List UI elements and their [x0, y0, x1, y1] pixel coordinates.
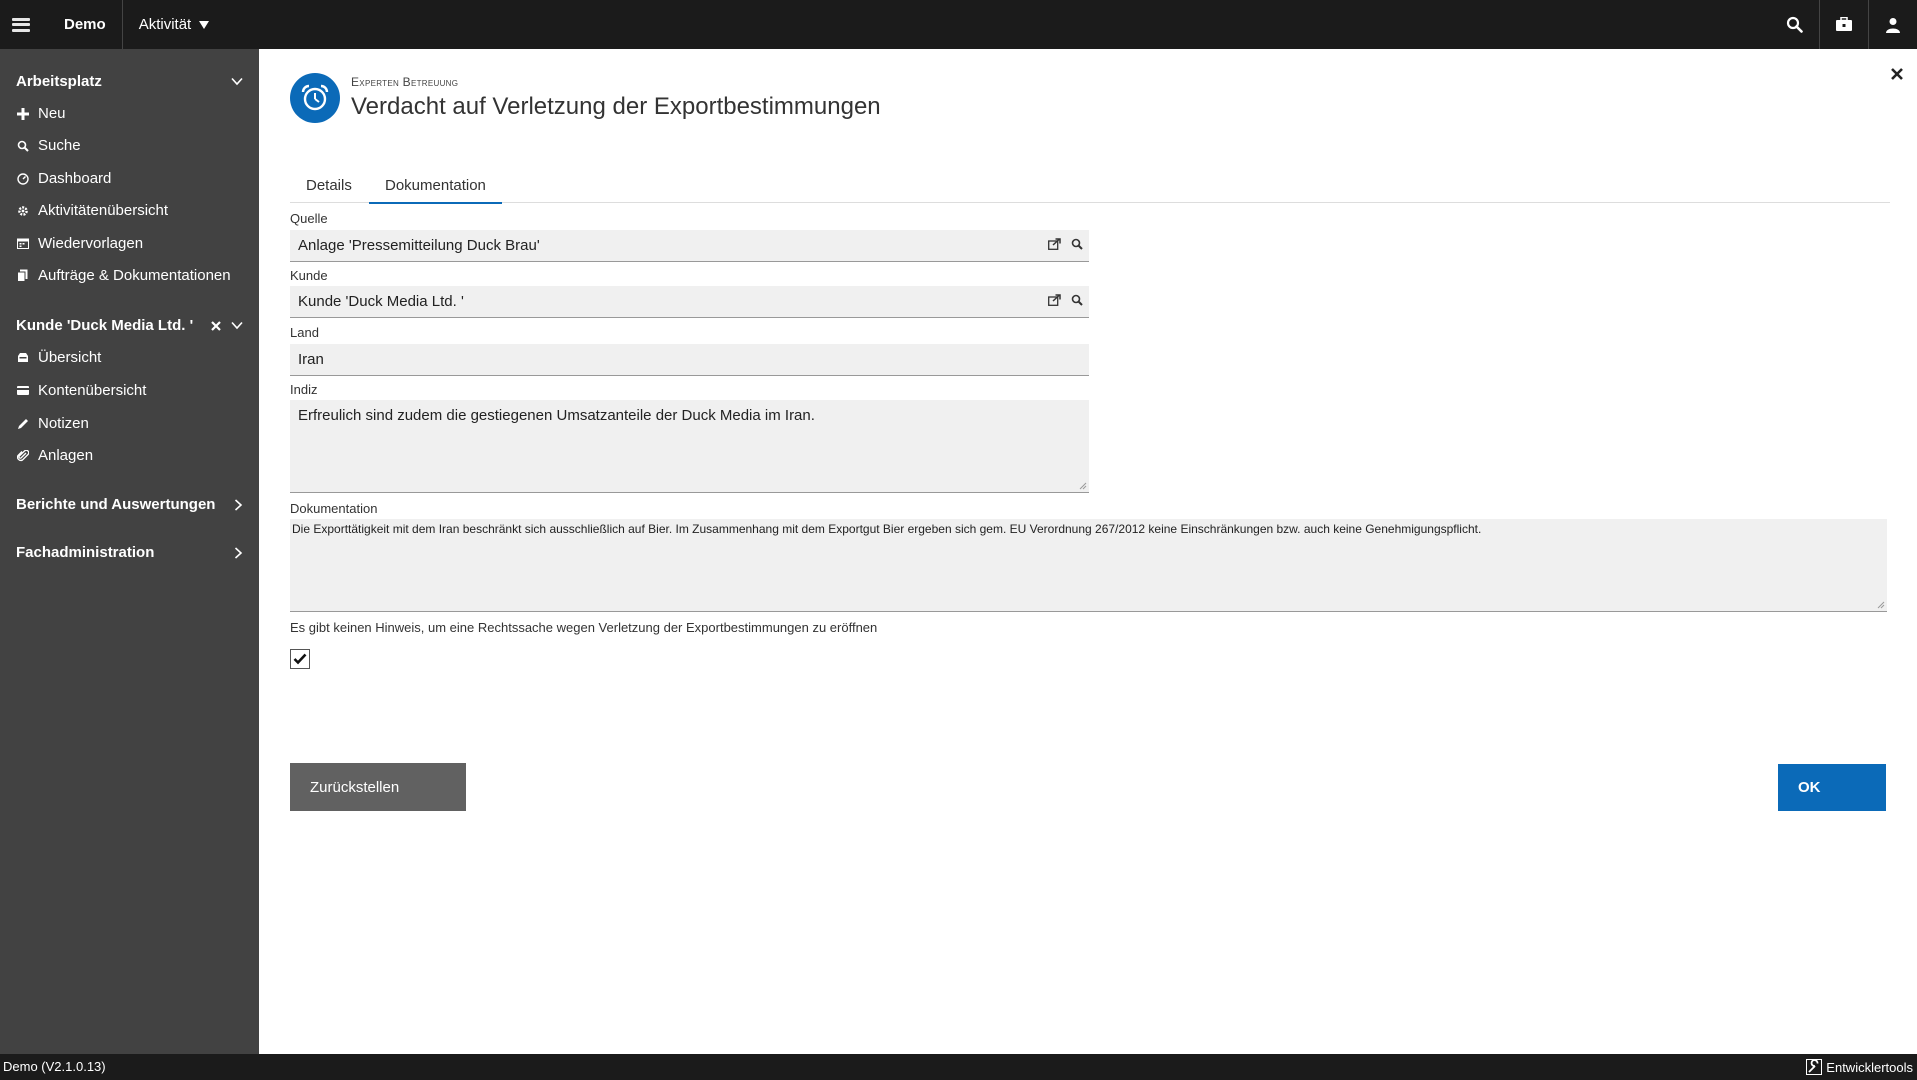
sidebar-item-anlagen[interactable]: Anlagen	[16, 447, 93, 464]
alarm-clock-icon	[290, 73, 340, 123]
paperclip-icon	[16, 449, 29, 462]
chevron-right-icon	[234, 546, 243, 559]
briefcase-button[interactable]	[1819, 0, 1868, 49]
open-link-icon[interactable]	[1048, 238, 1061, 250]
sidebar-item-label: Übersicht	[38, 349, 102, 366]
hamburger-menu-icon[interactable]	[0, 0, 42, 49]
tab-details[interactable]: Details	[290, 173, 368, 203]
search-icon	[1786, 16, 1803, 33]
credit-card-icon	[16, 384, 29, 397]
sidebar-item-label: Notizen	[38, 415, 89, 432]
sidebar-item-wiedervorlagen[interactable]: Wiedervorlagen	[16, 235, 143, 252]
indiz-value: Erfreulich sind zudem die gestiegenen Um…	[298, 407, 815, 424]
sidebar-section-kunde[interactable]: Kunde 'Duck Media Ltd. '	[16, 317, 243, 334]
pencil-icon	[16, 417, 29, 430]
user-icon	[1886, 17, 1900, 33]
land-label: Land	[290, 325, 319, 340]
search-button[interactable]	[1770, 0, 1819, 49]
sidebar: Arbeitsplatz Neu Suche Dashboard Aktivit…	[0, 49, 259, 1054]
sidebar-item-aktivitaetenuebersicht[interactable]: Aktivitätenübersicht	[16, 202, 168, 219]
sidebar-item-label: Dashboard	[38, 170, 112, 187]
sidebar-item-label: Anlagen	[38, 447, 94, 464]
overview-icon	[16, 351, 29, 364]
page-title: Verdacht auf Verletzung der Exportbestim…	[351, 93, 881, 120]
sidebar-item-label: Aktivitätenübersicht	[38, 202, 169, 219]
app-name[interactable]: Demo	[42, 0, 123, 49]
page-subtitle: Experten Betreuung	[351, 75, 459, 89]
dokumentation-label: Dokumentation	[290, 501, 378, 516]
hint-text: Es gibt keinen Hinweis, um eine Rechtssa…	[290, 620, 878, 635]
land-field[interactable]: Iran	[290, 344, 1089, 376]
main-content: Experten Betreuung Verdacht auf Verletzu…	[259, 49, 1917, 1054]
gauge-icon	[16, 172, 29, 185]
sidebar-item-neu[interactable]: Neu	[16, 105, 66, 122]
checkmark-icon	[293, 653, 307, 665]
indiz-textarea[interactable]: Erfreulich sind zudem die gestiegenen Um…	[290, 400, 1089, 493]
chevron-down-icon	[231, 77, 243, 86]
quelle-field[interactable]: Anlage 'Pressemitteilung Duck Brau'	[290, 230, 1089, 262]
sidebar-section-berichte[interactable]: Berichte und Auswertungen	[16, 496, 243, 513]
sidebar-item-label: Neu	[38, 105, 66, 122]
no-legal-case-checkbox[interactable]	[290, 649, 310, 669]
chevron-right-icon	[234, 498, 243, 511]
sidebar-item-uebersicht[interactable]: Übersicht	[16, 349, 101, 366]
sidebar-item-dashboard[interactable]: Dashboard	[16, 170, 111, 187]
version-label: Demo (V2.1.0.13)	[3, 1059, 106, 1074]
sidebar-item-label: Suche	[38, 137, 81, 154]
quelle-label: Quelle	[290, 211, 328, 226]
close-icon[interactable]	[1889, 66, 1905, 82]
documents-icon	[16, 269, 29, 282]
top-bar: Demo Aktivität	[0, 0, 1917, 49]
section-title: Fachadministration	[16, 544, 155, 561]
sidebar-section-fachadministration[interactable]: Fachadministration	[16, 544, 243, 561]
search-icon[interactable]	[1071, 294, 1083, 306]
plus-icon	[16, 107, 29, 120]
section-title: Berichte und Auswertungen	[16, 496, 216, 513]
open-link-icon[interactable]	[1048, 294, 1061, 306]
status-bar: Demo (V2.1.0.13) Entwicklertools	[0, 1054, 1917, 1080]
devtools-label: Entwicklertools	[1826, 1059, 1913, 1075]
wrench-icon	[1806, 1059, 1823, 1075]
sidebar-item-auftraege-dokumentationen[interactable]: Aufträge & Dokumentationen	[16, 267, 231, 284]
section-title: Kunde 'Duck Media Ltd. '	[16, 317, 194, 334]
calendar-icon	[16, 237, 29, 250]
activity-menu-label: Aktivität	[138, 16, 192, 33]
quelle-value: Anlage 'Pressemitteilung Duck Brau'	[298, 237, 540, 254]
search-icon[interactable]	[1071, 238, 1083, 250]
resize-handle-icon[interactable]	[1877, 601, 1885, 609]
chevron-down-icon	[231, 321, 243, 330]
ok-button[interactable]: OK	[1778, 764, 1886, 811]
dokumentation-value: Die Exporttätigkeit mit dem Iran beschrä…	[292, 522, 1482, 536]
kunde-label: Kunde	[290, 268, 328, 283]
kunde-value: Kunde 'Duck Media Ltd. '	[298, 293, 464, 310]
briefcase-icon	[1836, 17, 1852, 31]
sidebar-item-kontenuebersicht[interactable]: Kontenübersicht	[16, 382, 146, 399]
resize-handle-icon[interactable]	[1079, 482, 1087, 490]
devtools-button[interactable]: Entwicklertools	[1806, 1059, 1913, 1075]
kunde-field[interactable]: Kunde 'Duck Media Ltd. '	[290, 286, 1089, 318]
section-title: Arbeitsplatz	[16, 73, 102, 90]
indiz-label: Indiz	[290, 382, 318, 397]
caret-down-icon	[199, 20, 210, 29]
search-icon	[16, 139, 29, 152]
sidebar-section-arbeitsplatz[interactable]: Arbeitsplatz	[16, 73, 243, 90]
defer-button[interactable]: Zurückstellen	[290, 763, 466, 811]
sidebar-item-notizen[interactable]: Notizen	[16, 415, 89, 432]
sidebar-item-label: Wiedervorlagen	[38, 235, 144, 252]
dokumentation-textarea[interactable]: Die Exporttätigkeit mit dem Iran beschrä…	[290, 519, 1887, 612]
land-value: Iran	[298, 351, 324, 368]
activity-menu[interactable]: Aktivität	[123, 0, 226, 49]
gear-icon	[16, 204, 29, 217]
sidebar-item-label: Kontenübersicht	[38, 382, 147, 399]
tab-dokumentation[interactable]: Dokumentation	[369, 173, 502, 204]
close-icon[interactable]	[211, 320, 221, 331]
sidebar-item-suche[interactable]: Suche	[16, 137, 81, 154]
tab-bar: Details Dokumentation	[290, 173, 1890, 204]
user-button[interactable]	[1868, 0, 1917, 49]
sidebar-item-label: Aufträge & Dokumentationen	[38, 267, 231, 284]
